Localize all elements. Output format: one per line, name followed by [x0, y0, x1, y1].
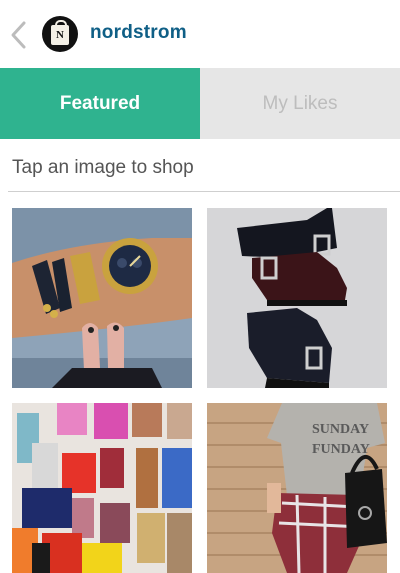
tab-my-likes[interactable]: My Likes: [200, 68, 400, 139]
divider: [8, 191, 400, 192]
gallery-image-outfit[interactable]: SUNDAY FUNDAY: [207, 403, 387, 573]
top-bar: N nordstrom: [0, 0, 400, 68]
hint-text: Tap an image to shop: [12, 157, 194, 178]
svg-text:SUNDAY: SUNDAY: [312, 422, 369, 437]
avatar[interactable]: N: [42, 16, 78, 52]
chevron-left-icon[interactable]: [8, 20, 30, 50]
tab-featured[interactable]: Featured: [0, 68, 200, 139]
svg-text:FUNDAY: FUNDAY: [312, 442, 370, 457]
brand-name[interactable]: nordstrom: [90, 22, 187, 44]
gallery-image-boots[interactable]: [207, 208, 387, 388]
shopping-bag-logo: N: [51, 20, 69, 45]
tab-bar: Featured My Likes: [0, 68, 400, 139]
gallery-image-watch[interactable]: [12, 208, 192, 388]
gallery-image-nail-polish[interactable]: [12, 403, 192, 573]
